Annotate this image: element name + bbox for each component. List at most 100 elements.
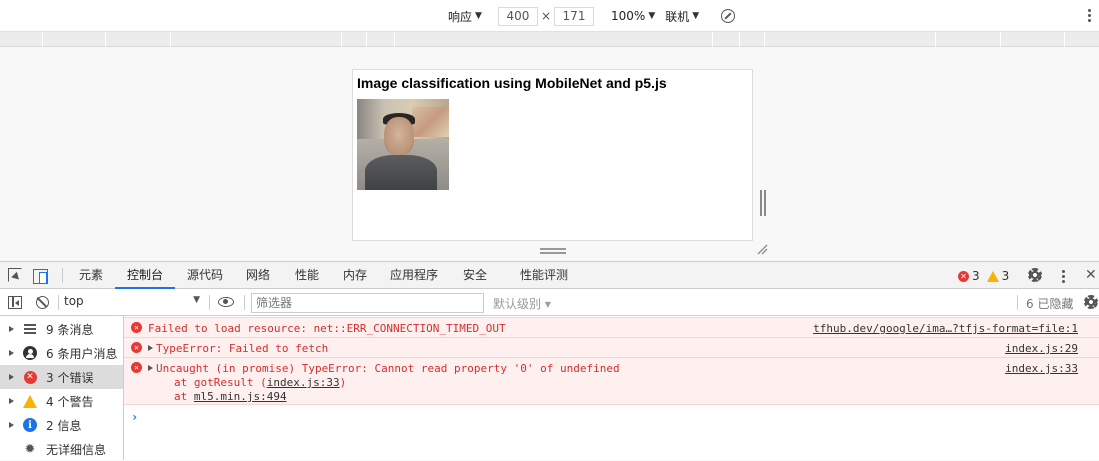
sidebar-item-errors[interactable]: ✕ 3 个错误 — [0, 365, 123, 389]
expand-arrow-icon — [9, 422, 14, 428]
expand-arrow-icon — [9, 374, 14, 380]
error-icon: ✕ — [958, 270, 969, 282]
message-text-content: Uncaught (in promise) TypeError: Cannot … — [156, 362, 620, 375]
error-count: 3 — [972, 269, 980, 283]
expand-arrow-icon[interactable] — [148, 365, 153, 371]
user-icon — [23, 346, 37, 360]
sidebar-item-verbose[interactable]: ✹ 无详细信息 — [0, 437, 123, 461]
tab-performance[interactable]: 性能 — [292, 262, 322, 289]
devtools-tabbar: 元素 控制台 源代码 网络 性能 内存 应用程序 安全 性能评测 ✕ 3 3 ✕ — [0, 262, 1099, 289]
devtools-panel: 元素 控制台 源代码 网络 性能 内存 应用程序 安全 性能评测 ✕ 3 3 ✕… — [0, 261, 1099, 460]
devtools-menu-icon[interactable] — [1062, 270, 1065, 283]
console-output: ✕ Failed to load resource: net::ERR_CONN… — [124, 316, 1099, 460]
network-label: 联机 — [665, 9, 690, 24]
expand-arrow-icon[interactable] — [148, 345, 153, 351]
sidebar-item-label: 无详细信息 — [46, 442, 107, 457]
bug-icon: ✹ — [24, 441, 36, 457]
message-text: TypeError: Failed to fetch — [148, 342, 328, 356]
message-source-link[interactable]: index.js:33 — [1005, 362, 1078, 375]
context-label: top — [64, 294, 84, 308]
device-mode-dropdown[interactable]: 响应 ▼ — [448, 8, 482, 25]
message-source-link[interactable]: tfhub.dev/google/ima…?tfjs-format=file:1 — [813, 322, 1078, 335]
warning-count: 3 — [1001, 269, 1010, 283]
tab-memory[interactable]: 内存 — [340, 262, 370, 289]
warning-icon — [23, 394, 37, 408]
log-levels-dropdown[interactable]: 默认级别 ▾ — [493, 295, 551, 312]
sidebar-item-label: 4 个警告 — [46, 394, 94, 409]
console-prompt[interactable]: › — [131, 410, 138, 424]
zoom-dropdown[interactable]: 100% ▼ — [611, 9, 655, 23]
sidebar-item-label: 6 条用户消息 — [46, 346, 118, 361]
sidebar-item-label: 9 条消息 — [46, 322, 94, 337]
stack-frame-prefix: at — [174, 390, 194, 403]
console-filter-bar: top ▼ 默认级别 ▾ 6 已隐藏 — [0, 289, 1099, 316]
message-source-link[interactable]: index.js:29 — [1005, 342, 1078, 355]
error-icon: ✕ — [23, 370, 37, 384]
message-text: Failed to load resource: net::ERR_CONNEC… — [148, 322, 506, 335]
tab-console[interactable]: 控制台 — [115, 262, 175, 289]
sidebar-item-warnings[interactable]: 4 个警告 — [0, 389, 123, 413]
network-throttle-dropdown[interactable]: 联机 ▼ — [665, 8, 699, 25]
tab-elements[interactable]: 元素 — [76, 262, 106, 289]
hidden-count: 6 已隐藏 — [1026, 297, 1074, 311]
expand-arrow-icon — [9, 398, 14, 404]
error-icon: ✕ — [131, 342, 142, 353]
console-message[interactable]: ✕ Uncaught (in promise) TypeError: Canno… — [124, 357, 1099, 405]
stack-frame-link[interactable]: index.js:33 — [267, 376, 340, 389]
resize-handle-bottom[interactable] — [540, 248, 566, 254]
rotate-icon[interactable] — [721, 9, 736, 23]
expand-arrow-icon — [9, 326, 14, 332]
console-message[interactable]: ✕ TypeError: Failed to fetch index.js:29 — [124, 337, 1099, 358]
live-expression-eye-icon[interactable] — [218, 297, 234, 307]
console-message[interactable]: ✕ Failed to load resource: net::ERR_CONN… — [124, 317, 1099, 338]
media-query-ruler[interactable] — [0, 32, 1099, 47]
stack-frame: at ml5.min.js:494 — [174, 390, 287, 404]
sidebar-item-messages[interactable]: 9 条消息 — [0, 317, 123, 341]
clear-console-icon[interactable] — [36, 296, 49, 309]
sidebar-item-info[interactable]: i 2 信息 — [0, 413, 123, 437]
viewport-width-input[interactable]: 400 — [497, 6, 538, 26]
webcam-video — [357, 99, 449, 190]
viewport-area: Image classification using MobileNet and… — [0, 47, 1099, 261]
caret-down-icon: ▼ — [692, 11, 700, 21]
warning-icon — [986, 270, 999, 282]
message-text-content: TypeError: Failed to fetch — [156, 342, 329, 355]
viewport-height-input[interactable]: 171 — [554, 6, 594, 26]
resize-handle-right[interactable] — [760, 190, 766, 216]
stack-frame-link[interactable]: ml5.min.js:494 — [194, 390, 287, 403]
tab-lighthouse[interactable]: 性能评测 — [516, 262, 572, 289]
message-text: Uncaught (in promise) TypeError: Cannot … — [148, 362, 620, 376]
error-icon: ✕ — [131, 322, 142, 333]
emulated-page: Image classification using MobileNet and… — [352, 69, 753, 241]
console-sidebar: 9 条消息 6 条用户消息 ✕ 3 个错误 4 个警告 i 2 信息 ✹ 无详细… — [0, 316, 124, 460]
info-icon: i — [23, 418, 37, 432]
console-settings-gear-icon[interactable] — [1084, 295, 1098, 309]
settings-gear-icon[interactable] — [1028, 268, 1042, 282]
dimension-separator: × — [540, 9, 551, 23]
close-icon[interactable]: ✕ — [1085, 267, 1097, 283]
list-icon — [23, 322, 37, 336]
inspect-element-icon[interactable] — [8, 268, 22, 282]
stack-frame-suffix: ) — [339, 376, 347, 389]
more-options-icon[interactable] — [1088, 9, 1091, 22]
page-title: Image classification using MobileNet and… — [357, 75, 667, 91]
caret-down-icon: ▼ — [193, 295, 200, 305]
filter-input[interactable] — [251, 293, 484, 313]
issue-counts[interactable]: ✕ 3 3 — [958, 269, 1009, 283]
expand-arrow-icon — [9, 350, 14, 356]
sidebar-item-label: 3 个错误 — [46, 370, 94, 385]
tab-security[interactable]: 安全 — [460, 262, 490, 289]
resize-handle-corner[interactable] — [756, 243, 768, 255]
sidebar-item-user-messages[interactable]: 6 条用户消息 — [0, 341, 123, 365]
device-mode-label: 响应 — [448, 9, 473, 24]
sidebar-item-label: 2 信息 — [46, 418, 82, 433]
stack-frame: at gotResult (index.js:33) — [174, 376, 346, 390]
zoom-label: 100% — [611, 9, 646, 23]
tab-application[interactable]: 应用程序 — [387, 262, 441, 289]
sidebar-toggle-icon[interactable] — [8, 296, 22, 309]
tab-network[interactable]: 网络 — [243, 262, 273, 289]
stack-frame-prefix: at gotResult ( — [174, 376, 267, 389]
tab-sources[interactable]: 源代码 — [184, 262, 226, 289]
toggle-device-icon[interactable] — [33, 268, 48, 284]
context-selector[interactable]: top ▼ — [64, 294, 204, 311]
